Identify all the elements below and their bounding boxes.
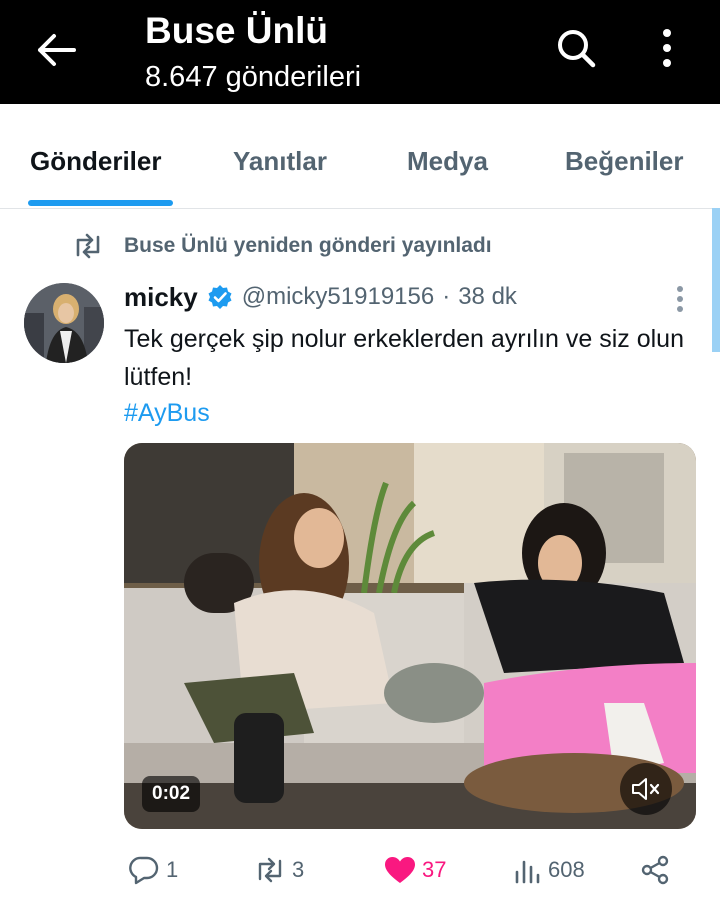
share-icon (641, 855, 669, 885)
arrow-left-icon (38, 34, 76, 66)
heart-icon (385, 857, 415, 883)
author-handle[interactable]: @micky51919156 (242, 283, 434, 311)
repost-count: 3 (292, 857, 305, 882)
reply-count: 1 (166, 857, 179, 882)
more-options-button[interactable] (644, 22, 690, 74)
like-button[interactable]: 37 (384, 850, 446, 890)
author-name[interactable]: micky (124, 282, 198, 313)
repost-label: Buse Ünlü yeniden gönderi yayınladı (124, 234, 492, 257)
tab-replies[interactable]: Yanıtlar (233, 144, 327, 178)
active-tab-indicator (28, 200, 173, 206)
post-count: 8.647 gönderileri (145, 61, 362, 93)
views-button[interactable]: 608 (514, 850, 585, 890)
views-count: 608 (548, 857, 585, 882)
repost-icon (258, 857, 282, 883)
profile-name: Buse Ünlü (145, 10, 328, 51)
mute-button[interactable] (620, 763, 672, 815)
reply-button[interactable]: 1 (128, 850, 178, 890)
search-button[interactable] (550, 22, 602, 74)
profile-tabs: Gönderiler Yanıtlar Medya Beğeniler (0, 104, 720, 209)
profile-header: Buse Ünlü 8.647 gönderileri (0, 0, 720, 104)
tab-media[interactable]: Medya (407, 144, 488, 178)
more-vertical-icon (677, 286, 683, 312)
verified-badge-icon (207, 284, 233, 310)
back-button[interactable] (30, 26, 82, 74)
post-header: micky @micky51919156 · 38 dk (124, 278, 517, 316)
volume-mute-icon (632, 778, 660, 800)
share-button[interactable] (640, 850, 670, 890)
views-chart-icon (515, 860, 540, 884)
post-more-button[interactable] (668, 284, 692, 314)
search-icon (558, 30, 596, 68)
tab-posts[interactable]: Gönderiler (30, 144, 161, 178)
video-duration: 0:02 (142, 776, 201, 812)
scrollbar-thumb[interactable] (712, 208, 720, 352)
video-thumbnail (124, 443, 696, 829)
tab-likes[interactable]: Beğeniler (565, 144, 684, 178)
post-time[interactable]: 38 dk (458, 283, 517, 311)
reply-icon (129, 856, 159, 885)
repost-icon (72, 232, 106, 260)
hashtag-link[interactable]: #AyBus (124, 395, 210, 431)
more-vertical-icon (663, 29, 671, 67)
video-player[interactable]: 0:02 (124, 443, 696, 829)
separator-dot: · (442, 283, 451, 310)
avatar[interactable] (24, 283, 104, 363)
repost-button[interactable]: 3 (254, 850, 304, 890)
repost-context[interactable]: Buse Ünlü yeniden gönderi yayınladı (72, 230, 492, 262)
like-count: 37 (422, 857, 447, 882)
post-text: Tek gerçek şip nolur erkeklerden ayrılın… (124, 325, 684, 391)
